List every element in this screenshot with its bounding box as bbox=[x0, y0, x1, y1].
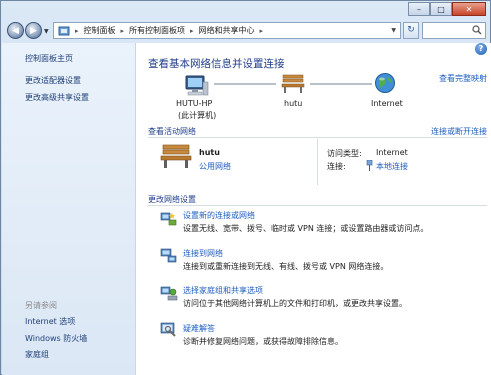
sidebar-control-panel-home[interactable]: 控制面板主页 bbox=[25, 53, 73, 64]
active-network-name: hutu bbox=[199, 148, 220, 157]
sidebar: 控制面板主页 更改适配器设置 更改高级共享设置 另请参阅 Internet 选项… bbox=[2, 43, 136, 375]
new-connection-icon bbox=[160, 212, 177, 226]
active-networks-heading: 查看活动网络 bbox=[148, 127, 196, 136]
address-bar[interactable]: ▸ 控制面板 ▸ 所有控制面板项 ▸ 网络和共享中心 ▸ ▼ bbox=[53, 22, 401, 39]
network-name-label: hutu bbox=[284, 99, 303, 108]
homegroup-sharing-link[interactable]: 选择家庭组和共享选项 bbox=[183, 285, 263, 296]
connect-to-network-desc: 连接到或重新连接到无线、有线、拨号或 VPN 网络连接。 bbox=[183, 262, 389, 271]
minimize-button[interactable]: – bbox=[408, 2, 430, 16]
close-button[interactable]: ✕ bbox=[452, 2, 486, 16]
local-connection-link[interactable]: 本地连接 bbox=[376, 161, 408, 172]
sidebar-change-advanced-sharing[interactable]: 更改高级共享设置 bbox=[25, 92, 89, 103]
search-input[interactable] bbox=[422, 22, 486, 39]
internet-label: Internet bbox=[371, 99, 403, 108]
back-button[interactable]: ◀ bbox=[7, 22, 24, 39]
arrow-left-icon: ◀ bbox=[12, 25, 19, 36]
arrow-right-icon: ▶ bbox=[30, 25, 37, 36]
divider bbox=[148, 137, 487, 138]
refresh-button[interactable]: ↻ bbox=[403, 22, 419, 39]
setup-new-connection-link[interactable]: 设置新的连接或网络 bbox=[183, 210, 255, 221]
divider bbox=[148, 205, 487, 206]
forward-button[interactable]: ▶ bbox=[25, 22, 42, 39]
computer-name: HUTU-HP bbox=[176, 99, 213, 108]
sidebar-internet-options[interactable]: Internet 选项 bbox=[25, 316, 75, 327]
sidebar-windows-firewall[interactable]: Windows 防火墙 bbox=[25, 333, 87, 344]
breadcrumb-separator-icon[interactable]: ▸ bbox=[121, 27, 125, 35]
access-type-value: Internet bbox=[376, 148, 408, 157]
sidebar-change-adapter-settings[interactable]: 更改适配器设置 bbox=[25, 75, 81, 86]
window-controls: – □ ✕ bbox=[408, 2, 486, 16]
address-dropdown-icon[interactable]: ▼ bbox=[391, 27, 396, 34]
recent-pages-dropdown[interactable]: ▼ bbox=[44, 28, 49, 35]
homegroup-sharing-desc: 访问位于其他网络计算机上的文件和打印机，或更改共享设置。 bbox=[183, 299, 407, 308]
search-icon[interactable] bbox=[472, 25, 482, 35]
network-bench-icon bbox=[281, 74, 305, 93]
troubleshoot-icon bbox=[160, 322, 176, 337]
refresh-icon: ↻ bbox=[407, 25, 415, 35]
homegroup-sharing-icon bbox=[160, 286, 178, 301]
troubleshoot-link[interactable]: 疑难解答 bbox=[183, 323, 215, 334]
title-bar: – □ ✕ bbox=[1, 1, 490, 19]
computer-subtitle: (此计算机) bbox=[178, 111, 217, 120]
network-type-link[interactable]: 公用网络 bbox=[199, 161, 231, 172]
connection-line bbox=[214, 83, 276, 85]
computer-icon bbox=[185, 75, 209, 96]
connect-to-network-link[interactable]: 连接到网络 bbox=[183, 248, 223, 259]
breadcrumb-all-items[interactable]: 所有控制面板项 bbox=[129, 25, 185, 36]
vertical-divider bbox=[317, 139, 318, 185]
breadcrumb-network-sharing-center[interactable]: 网络和共享中心 bbox=[199, 25, 255, 36]
connect-network-icon bbox=[160, 248, 177, 263]
sidebar-homegroup[interactable]: 家庭组 bbox=[25, 349, 49, 360]
breadcrumb-separator-icon[interactable]: ▸ bbox=[190, 27, 194, 35]
network-sharing-center-window: – □ ✕ ◀ ▶ ▼ ▸ 控制面板 ▸ 所有控制面板项 ▸ 网络和共享中心 ▸… bbox=[0, 0, 491, 375]
access-type-label: 访问类型: bbox=[327, 149, 362, 158]
see-also-label: 另请参阅 bbox=[25, 301, 57, 310]
breadcrumb-separator-icon[interactable]: ▸ bbox=[260, 27, 264, 35]
connections-label: 连接: bbox=[327, 162, 346, 171]
navigation-bar: ◀ ▶ ▼ ▸ 控制面板 ▸ 所有控制面板项 ▸ 网络和共享中心 ▸ ▼ ↻ bbox=[1, 19, 490, 43]
help-icon[interactable]: ? bbox=[475, 43, 487, 55]
troubleshoot-desc: 诊断并修复网络问题，或获得故障排除信息。 bbox=[183, 337, 343, 346]
wired-connection-icon bbox=[366, 160, 373, 171]
breadcrumb-separator-icon: ▸ bbox=[75, 26, 79, 35]
main-content: ? 查看基本网络信息并设置连接 查看完整映射 HUTU-HP (此计算机) hu… bbox=[136, 43, 491, 375]
connect-disconnect-link[interactable]: 连接或断开连接 bbox=[431, 126, 487, 137]
breadcrumb-control-panel[interactable]: 控制面板 bbox=[84, 25, 116, 36]
maximize-button[interactable]: □ bbox=[430, 2, 452, 16]
control-panel-icon bbox=[58, 26, 70, 35]
setup-new-connection-desc: 设置无线、宽带、拨号、临时或 VPN 连接；或设置路由器或访问点。 bbox=[183, 224, 429, 233]
change-settings-heading: 更改网络设置 bbox=[148, 195, 196, 204]
park-bench-icon bbox=[160, 144, 192, 168]
connection-line bbox=[310, 83, 372, 85]
internet-globe-icon bbox=[375, 73, 395, 93]
